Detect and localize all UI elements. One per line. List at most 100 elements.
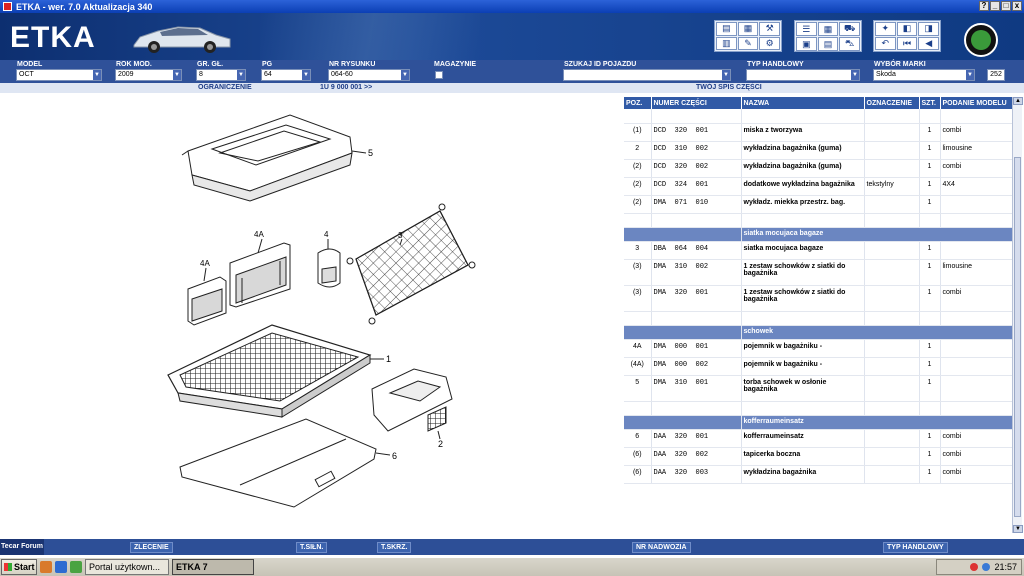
trade-type-select[interactable]: ▼ [746, 69, 860, 81]
back-icon[interactable]: ↶ [875, 36, 896, 50]
scroll-down-icon[interactable]: ▼ [1013, 525, 1023, 533]
table-row[interactable]: 2 DCD 310 002 wykładzina bagażnika (guma) 1… [624, 141, 1012, 160]
cell-part-number: DMA 310 002 [651, 259, 742, 286]
list-icon[interactable]: ☰ [796, 22, 817, 36]
scroll-up-icon[interactable]: ▲ [1013, 97, 1023, 105]
table-row[interactable]: 5 DMA 310 001 torba schowek w osłonie baga… [624, 375, 1012, 402]
cell-qty: 1 [919, 375, 941, 402]
table-row[interactable]: 4A DMA 000 001 pojemnik w bagażniku - 1 [624, 339, 1012, 358]
edit-icon[interactable]: ✎ [737, 36, 759, 50]
table-section-header[interactable]: siatka mocujaca bagaze [624, 227, 1012, 242]
table-row[interactable]: (2) DMA 071 010 wykładz. miekka przestrz. … [624, 195, 1012, 214]
cell-part-number: DCD 324 001 [651, 177, 742, 196]
pin-icon[interactable]: ✦ [875, 22, 896, 36]
table-row[interactable]: 3 DBA 064 004 siatka mocujaca bagaze 1 [624, 241, 1012, 260]
bottom-button-zlecenie[interactable]: ZLECENIE [130, 542, 173, 553]
restriction-link[interactable]: OGRANICZENIE [198, 84, 252, 91]
col-pos-header[interactable]: POZ. [624, 97, 652, 109]
part-4a-bag-large [229, 242, 291, 308]
minimize-button[interactable]: _ [990, 1, 1000, 11]
vehicle-id-select[interactable]: ▼ [563, 69, 731, 81]
table-section-header[interactable]: schowek [624, 325, 1012, 340]
brand-select[interactable]: Skoda ▼ [873, 69, 975, 81]
window-titlebar[interactable]: ETKA - wer. 7.0 Aktualizacja 340 ? _ □ x [0, 0, 1024, 13]
start-button[interactable]: Start [1, 559, 37, 575]
grid-icon[interactable]: ▦ [817, 22, 839, 36]
cell-model: combi [940, 429, 1012, 448]
col-qty-header[interactable]: SZT. [919, 97, 941, 109]
table-scrollbar[interactable]: ▲ ▼ [1012, 97, 1023, 533]
quicklaunch-browser-icon[interactable] [40, 561, 52, 573]
wrench-icon[interactable]: ⚙ [759, 36, 780, 50]
first-icon[interactable]: ⏮ [896, 36, 918, 50]
taskbar-item-etka[interactable]: ETKA 7 [172, 559, 254, 575]
cell-marking [864, 159, 920, 178]
model-year-select[interactable]: 2009 ▼ [115, 69, 182, 81]
quicklaunch-ie-icon[interactable] [55, 561, 67, 573]
table-row[interactable]: (1) DCD 320 001 miska z tworzywa 1 combi [624, 123, 1012, 142]
quicklaunch-media-icon[interactable] [70, 561, 82, 573]
parts-drawing[interactable]: 5 4A 4A 4 3 1 2 6 [0, 93, 622, 539]
table-row[interactable]: (6) DAA 320 003 wykładzina bagażnika 1 combi [624, 465, 1012, 484]
cell-pos: (4A) [624, 357, 652, 376]
taskbar-item-portal[interactable]: Portal użytkown... [85, 559, 169, 575]
callout-3: 3 [398, 231, 403, 240]
table-row[interactable]: (3) DMA 310 002 1 zestaw schowków z siatki… [624, 259, 1012, 286]
chevron-down-icon: ▼ [966, 70, 974, 80]
drawing-number-select[interactable]: 064-60 ▼ [328, 69, 410, 81]
table-row[interactable]: (2) DCD 324 001 dodatkowe wykładzina bagaż… [624, 177, 1012, 196]
bottom-button-typ-handlowy[interactable]: TYP HANDLOWY [883, 542, 948, 553]
parts-table: POZ. NUMER CZĘŚCI NAZWA OZNACZENIE SZT. … [624, 97, 1012, 484]
filter-drawing-number: NR RYSUNKU 064-60 ▼ [328, 60, 410, 81]
table-section-header[interactable]: kofferraumeinsatz [624, 415, 1012, 430]
table-row-empty [624, 109, 1012, 124]
catalog-icon[interactable]: ▣ [796, 37, 817, 51]
cell-model [940, 357, 1012, 376]
parts-list-title: TWÓJ SPIS CZĘŚCI [696, 84, 762, 91]
cell-name: dodatkowe wykładzina bagażnika [741, 177, 865, 196]
chevron-down-icon: ▼ [851, 70, 859, 80]
cell-part-number: DCD 320 002 [651, 159, 742, 178]
page-prev-icon[interactable]: ◧ [896, 22, 918, 36]
page-next-icon[interactable]: ◨ [918, 22, 939, 36]
bottom-button-t-si-n-[interactable]: T.SIŁN. [296, 542, 328, 553]
bottom-button-t-skrz-[interactable]: T.SKRZ. [377, 542, 412, 553]
help-button[interactable]: ? [979, 1, 989, 11]
app-icon [3, 2, 12, 11]
bottom-button-nr-nadwozia[interactable]: NR NADWOZIA [632, 542, 691, 553]
col-part-number-header[interactable]: NUMER CZĘŚCI [651, 97, 742, 109]
table-row[interactable]: (6) DAA 320 002 tapicerka boczna 1 combi [624, 447, 1012, 466]
stock-checkbox[interactable] [435, 71, 443, 79]
cell-marking [864, 241, 920, 260]
close-button[interactable]: x [1012, 1, 1022, 11]
order-icon[interactable]: ▥ [716, 36, 737, 50]
cart-icon[interactable]: ⛟ [839, 22, 860, 36]
page-number-field[interactable]: 252 [987, 69, 1005, 81]
main-group-select[interactable]: 8 ▼ [196, 69, 246, 81]
tools-icon[interactable]: ⚒ [759, 22, 780, 36]
col-name-header[interactable]: NAZWA [741, 97, 865, 109]
table-row[interactable]: (3) DMA 320 001 1 zestaw schowków z siatki… [624, 285, 1012, 312]
basket-icon[interactable]: ⛍ [839, 37, 860, 51]
subgroup-select[interactable]: 64 ▼ [261, 69, 311, 81]
table-row[interactable]: (2) DCD 320 002 wykładzina bagażnika (guma… [624, 159, 1012, 178]
prev-icon[interactable]: ◀ [918, 36, 939, 50]
cell-part-number: DMA 320 001 [651, 285, 742, 312]
tray-network-icon[interactable] [982, 563, 991, 571]
maximize-button[interactable]: □ [1001, 1, 1011, 11]
scroll-thumb[interactable] [1014, 157, 1021, 517]
document-icon[interactable]: ▦ [737, 22, 759, 36]
table-row[interactable]: 6 DAA 320 001 kofferraumeinsatz 1 combi [624, 429, 1012, 448]
tray-security-icon[interactable] [970, 563, 979, 571]
col-model-header[interactable]: PODANIE MODELU [940, 97, 1012, 109]
model-select[interactable]: OCT ▼ [16, 69, 102, 81]
callout-5: 5 [368, 148, 373, 158]
print-icon[interactable]: ▤ [716, 22, 737, 36]
filter-model-year: ROK MOD. 2009 ▼ [115, 60, 182, 81]
vin-range[interactable]: 1U 9 000 001 >> [320, 84, 372, 91]
system-tray: 21:57 [936, 559, 1022, 575]
table-row[interactable]: (4A) DMA 000 002 pojemnik w bagażniku - 1 [624, 357, 1012, 376]
col-marking-header[interactable]: OZNACZENIE [864, 97, 920, 109]
files-icon[interactable]: ▤ [817, 37, 839, 51]
part-1-boot-liner [167, 324, 372, 418]
